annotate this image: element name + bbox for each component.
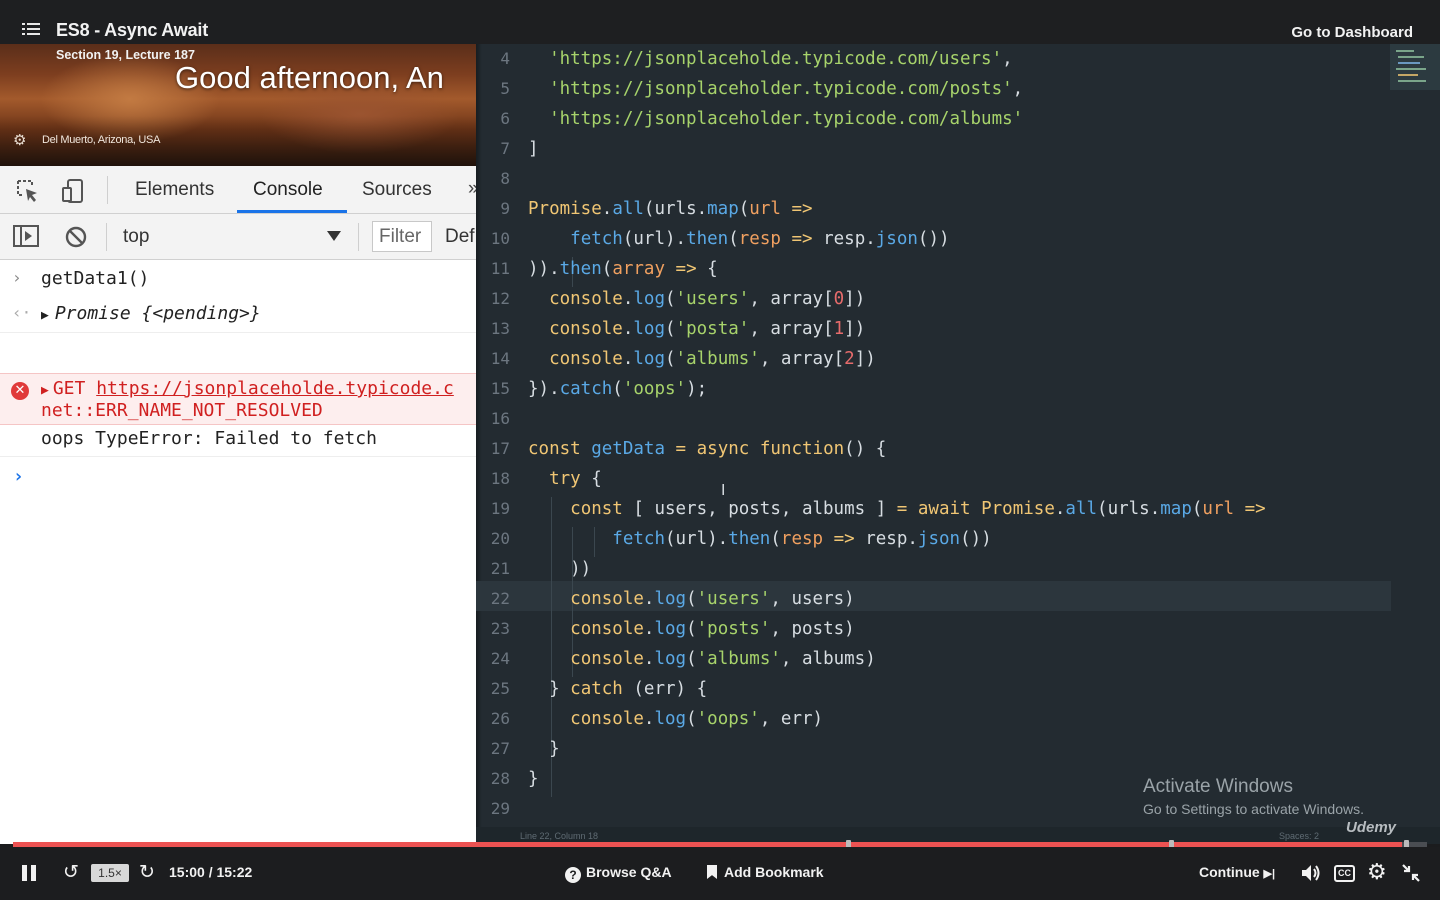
input-chevron-icon: ›: [12, 268, 22, 287]
line-number: 5: [500, 79, 510, 98]
line-number: 14: [490, 349, 510, 368]
line-number: 13: [490, 319, 510, 338]
video-time: 15:00 / 15:22: [169, 864, 253, 880]
volume-icon[interactable]: [1300, 863, 1322, 883]
console-log-text: oops TypeError: Failed to fetch: [41, 428, 377, 449]
clear-console-icon[interactable]: [64, 225, 88, 249]
line-number: 18: [490, 469, 510, 488]
line-number: 23: [490, 619, 510, 638]
line-number: 19: [490, 499, 510, 518]
error-icon: ✕: [11, 382, 29, 400]
line-number: 8: [500, 169, 510, 188]
line-number: 17: [490, 439, 510, 458]
more-tabs-icon[interactable]: »: [468, 178, 476, 200]
line-number: 29: [490, 799, 510, 818]
menu-icon[interactable]: [22, 23, 40, 37]
line-number: 21: [490, 559, 510, 578]
console-result-text: Promise {<pending>}: [54, 303, 261, 324]
playback-speed-button[interactable]: 1.5×: [91, 864, 129, 882]
device-toolbar-icon[interactable]: [60, 178, 86, 204]
line-number: 10: [490, 229, 510, 248]
line-number: 9: [500, 199, 510, 218]
line-number: 16: [490, 409, 510, 428]
course-header: ES8 - Async Await Go to Dashboard: [0, 0, 1440, 44]
expand-triangle-icon[interactable]: ▶: [41, 383, 49, 398]
devtools-tabbar: Elements Console Sources »: [0, 166, 476, 214]
indentation-setting[interactable]: Spaces: 2: [1279, 831, 1319, 841]
editor-minimap[interactable]: [1390, 44, 1440, 90]
rewind-5s-icon[interactable]: ↺: [63, 861, 79, 883]
result-arrow-icon: ‹·: [12, 303, 32, 322]
log-levels-dropdown[interactable]: Def: [445, 226, 475, 248]
continue-label: Continue: [1199, 864, 1260, 880]
settings-gear-icon[interactable]: ⚙: [13, 131, 26, 149]
tab-console[interactable]: Console: [253, 179, 323, 201]
console-toolbar: top Filter Def: [0, 214, 476, 260]
cursor-position: Line 22, Column 18: [520, 831, 599, 841]
error-detail: net::ERR_NAME_NOT_RESOLVED: [41, 400, 323, 421]
lecture-subtitle: Section 19, Lecture 187: [56, 48, 195, 62]
code-editor[interactable]: 4 'https://jsonplaceholde.typicode.com/u…: [476, 44, 1440, 844]
player-controls: ↺ 1.5× ↻ 15:00 / 15:22 ? Browse Q&A Add B…: [0, 847, 1440, 900]
greeting-text: Good afternoon, An: [175, 60, 444, 95]
tab-sources[interactable]: Sources: [362, 179, 432, 201]
line-number: 12: [490, 289, 510, 308]
captions-button[interactable]: CC: [1334, 865, 1355, 882]
course-title: ES8 - Async Await: [56, 20, 208, 40]
console-result-row[interactable]: ‹· ▶ Promise {<pending>}: [0, 303, 476, 333]
expand-triangle-icon[interactable]: ▶: [41, 308, 49, 323]
line-number-current: 22: [490, 589, 510, 608]
add-bookmark-label: Add Bookmark: [724, 864, 824, 880]
pause-button[interactable]: [22, 865, 36, 881]
console-error-row: ✕ ▶ GET https://jsonplaceholde.typicode.c…: [0, 373, 476, 425]
exit-fullscreen-icon[interactable]: [1401, 863, 1421, 883]
active-tab-indicator: [237, 210, 347, 213]
app-root: ES8 - Async Await Go to Dashboard Sectio…: [0, 0, 1440, 900]
udemy-logo: Udemy: [1346, 819, 1397, 836]
line-number: 6: [500, 109, 510, 128]
context-selector[interactable]: top: [123, 226, 149, 248]
question-icon: ?: [565, 867, 581, 883]
line-number: 11: [490, 259, 510, 278]
console-input-text: getData1(): [41, 268, 150, 289]
browser-panel: Good afternoon, An ⚙ Del Muerto, Arizona…: [0, 44, 476, 844]
activate-windows-subtitle: Go to Settings to activate Windows.: [1143, 801, 1364, 817]
tab-elements[interactable]: Elements: [135, 179, 214, 201]
line-number: 4: [500, 49, 510, 68]
error-url-link[interactable]: https://jsonplaceholde.typicode.c: [96, 378, 454, 399]
line-number: 27: [490, 739, 510, 758]
line-number: 20: [490, 529, 510, 548]
activate-windows-title: Activate Windows: [1143, 776, 1293, 797]
line-number: 28: [490, 769, 510, 788]
line-number: 15: [490, 379, 510, 398]
bookmark-icon: [707, 865, 717, 879]
console-filter-input[interactable]: Filter: [372, 221, 432, 252]
line-number: 7: [500, 139, 510, 158]
inspect-element-icon[interactable]: [15, 178, 41, 204]
add-bookmark-button[interactable]: Add Bookmark: [707, 864, 824, 880]
sidebar-toggle-icon[interactable]: [13, 224, 39, 248]
forward-5s-icon[interactable]: ↻: [139, 861, 155, 883]
skip-next-icon: ▶|: [1263, 868, 1276, 880]
line-number: 25: [490, 679, 510, 698]
photo-location: Del Muerto, Arizona, USA: [42, 134, 161, 146]
console-prompt-icon[interactable]: ›: [13, 466, 24, 487]
line-number: 26: [490, 709, 510, 728]
browse-qa-label: Browse Q&A: [586, 864, 672, 880]
mouse-ibeam-cursor: I: [721, 482, 726, 499]
line-number: 24: [490, 649, 510, 668]
browse-qa-button[interactable]: ? Browse Q&A: [565, 864, 672, 883]
go-to-dashboard-link[interactable]: Go to Dashboard: [1291, 24, 1413, 41]
new-tab-background-image: Good afternoon, An ⚙ Del Muerto, Arizona…: [0, 44, 476, 166]
settings-gear-icon[interactable]: ⚙: [1367, 860, 1387, 885]
continue-button[interactable]: Continue ▶|: [1199, 864, 1275, 880]
chevron-down-icon[interactable]: [327, 231, 341, 241]
error-method: GET: [52, 378, 86, 399]
